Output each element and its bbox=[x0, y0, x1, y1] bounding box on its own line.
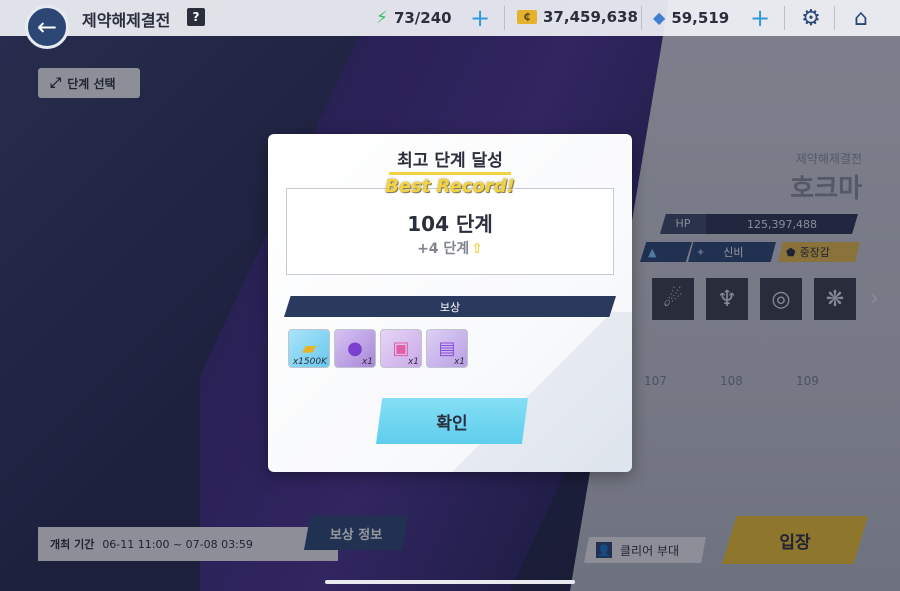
purple-orb-icon: ● bbox=[347, 338, 363, 359]
gems-value: 59,519 bbox=[671, 8, 730, 27]
reward-item[interactable]: ▰ x1500K bbox=[288, 329, 330, 368]
add-stamina-button[interactable]: + bbox=[470, 4, 490, 32]
best-record-label: Best Record! bbox=[385, 176, 515, 197]
reward-count: x1500K bbox=[292, 357, 327, 367]
credit-ticket-icon: ▰ bbox=[302, 338, 316, 359]
divider bbox=[641, 6, 642, 30]
home-icon[interactable]: ⌂ bbox=[848, 5, 874, 31]
reward-count: x1 bbox=[407, 357, 419, 367]
divider bbox=[504, 6, 505, 30]
stage-achieved: 104 단계 bbox=[407, 212, 493, 236]
gems-display: ◆ 59,519 bbox=[653, 8, 729, 27]
credits-display: ₵ 37,459,638 bbox=[517, 8, 638, 26]
top-bar: 제약해제결전 ? ⚡ 73/240 + ₵ 37,459,638 ◆ 59,51… bbox=[0, 0, 900, 36]
gear-icon[interactable]: ⚙ bbox=[798, 5, 824, 31]
stage-gain-value: +4 단계 bbox=[417, 241, 470, 257]
title-underline bbox=[389, 172, 511, 175]
arrow-up-icon: ⇧ bbox=[471, 241, 483, 257]
stage-gain: +4 단계 ⇧ bbox=[268, 238, 632, 258]
gem-icon: ◆ bbox=[653, 8, 666, 27]
page-title: 제약해제결전 bbox=[82, 11, 171, 30]
pink-box-icon: ▣ bbox=[392, 338, 410, 359]
confirm-button[interactable]: 확인 bbox=[376, 398, 528, 444]
purple-book-icon: ▤ bbox=[438, 338, 456, 359]
credit-icon: ₵ bbox=[517, 10, 537, 24]
back-button[interactable]: ← bbox=[25, 5, 69, 49]
home-indicator[interactable] bbox=[325, 580, 575, 584]
reward-item[interactable]: ▤ x1 bbox=[426, 329, 468, 368]
divider bbox=[784, 6, 785, 30]
reward-item[interactable]: ▣ x1 bbox=[380, 329, 422, 368]
reward-count: x1 bbox=[361, 357, 373, 367]
reward-band: 보상 bbox=[284, 296, 616, 317]
lightning-icon: ⚡ bbox=[376, 8, 388, 28]
arrow-left-icon: ← bbox=[36, 13, 58, 41]
credits-value: 37,459,638 bbox=[543, 8, 638, 26]
modal-title: 최고 단계 달성 bbox=[397, 151, 503, 171]
stamina-value: 73/240 bbox=[393, 9, 452, 27]
help-icon[interactable]: ? bbox=[187, 8, 205, 26]
reward-item[interactable]: ● x1 bbox=[334, 329, 376, 368]
stamina-display: ⚡ 73/240 bbox=[376, 8, 452, 28]
divider bbox=[834, 6, 835, 30]
best-record-modal: 최고 단계 달성 Best Record! 104 단계 +4 단계 ⇧ 보상 ▰… bbox=[268, 134, 632, 472]
reward-count: x1 bbox=[453, 357, 465, 367]
add-gems-button[interactable]: + bbox=[750, 4, 770, 32]
